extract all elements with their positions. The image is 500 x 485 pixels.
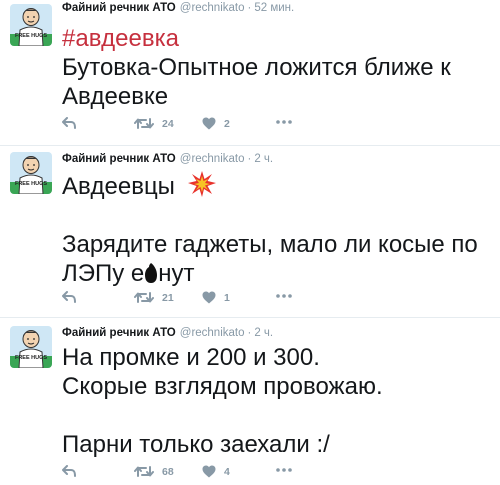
- tweet-timestamp[interactable]: 52 мин.: [254, 2, 294, 14]
- tweet-text-line: Парни только заехали :/: [62, 431, 330, 458]
- tweet-header: Файний речник АТО @rechnikato · 2 ч.: [62, 153, 273, 165]
- heart-icon: [202, 465, 216, 478]
- more-button[interactable]: [276, 468, 292, 472]
- retweet-icon: [134, 117, 154, 130]
- tweet-text: На промке и 200 и 300. Скорые взглядом п…: [62, 343, 492, 459]
- retweet-icon: [134, 465, 154, 478]
- like-count: 4: [224, 465, 230, 478]
- reply-icon: [62, 291, 76, 303]
- author-name[interactable]: Файний речник АТО: [62, 327, 176, 339]
- avatar[interactable]: FREE HUGS: [10, 4, 52, 46]
- tweet-text-line: [62, 201, 492, 230]
- retweet-button[interactable]: 24: [134, 117, 174, 130]
- author-handle[interactable]: @rechnikato: [180, 2, 245, 14]
- retweet-count: 24: [162, 117, 174, 130]
- avatar-shirt-text: FREE HUGS: [15, 33, 47, 39]
- more-dots-icon: [276, 468, 292, 472]
- tweet-actions: 24 2: [62, 117, 322, 133]
- reply-icon: [62, 117, 76, 129]
- tweet-text-line: ЛЭПу е нут: [62, 259, 492, 288]
- like-button[interactable]: 4: [202, 465, 230, 478]
- tweet-text-segment: Авдеевцы: [62, 173, 175, 200]
- separator: ·: [247, 327, 252, 339]
- tweet-text-segment: ЛЭПу е: [62, 260, 145, 287]
- tweet: FREE HUGS Файний речник АТО @rechnikato · 2…: [0, 318, 500, 485]
- heart-icon: [202, 117, 216, 130]
- tweet-text-line: Авдеевцы: [62, 171, 492, 201]
- tweet-header: Файний речник АТО @rechnikato · 2 ч.: [62, 327, 273, 339]
- like-button[interactable]: 1: [202, 291, 230, 304]
- avatar-shirt-text: FREE HUGS: [15, 355, 47, 361]
- tweet-text-line: Авдеевке: [62, 83, 169, 110]
- tweet-text-line: [62, 401, 492, 430]
- like-count: 1: [224, 291, 230, 304]
- retweet-count: 68: [162, 465, 174, 478]
- retweet-button[interactable]: 68: [134, 465, 174, 478]
- tweet-actions: 21 1: [62, 291, 322, 307]
- more-dots-icon: [276, 120, 292, 124]
- hashtag-link[interactable]: #авдеевка: [62, 24, 492, 53]
- avatar[interactable]: FREE HUGS: [10, 326, 52, 368]
- retweet-icon: [134, 291, 154, 304]
- retweet-button[interactable]: 21: [134, 291, 174, 304]
- reply-button[interactable]: [62, 465, 76, 477]
- author-name[interactable]: Файний речник АТО: [62, 153, 176, 165]
- tweet-timestamp[interactable]: 2 ч.: [254, 153, 273, 165]
- avatar-image: FREE HUGS: [10, 326, 52, 368]
- more-button[interactable]: [276, 120, 292, 124]
- tweet-actions: 68 4: [62, 465, 322, 481]
- collision-emoji-icon: [187, 171, 216, 197]
- more-dots-icon: [276, 294, 292, 298]
- tweet-text-line: Скорые взглядом провожаю.: [62, 373, 383, 400]
- avatar-shirt-text: FREE HUGS: [15, 181, 47, 187]
- tweet-text: #авдеевка Бутовка-Опытное ложится ближе …: [62, 24, 492, 111]
- tweet-timestamp[interactable]: 2 ч.: [254, 327, 273, 339]
- tweet: FREE HUGS Файний речник АТО @rechnikato · 2…: [0, 146, 500, 318]
- author-handle[interactable]: @rechnikato: [180, 327, 245, 339]
- censor-blot-icon: [145, 263, 158, 283]
- tweet-text-line: Зарядите гаджеты, мало ли косые по: [62, 231, 478, 258]
- tweet-text-segment: нут: [158, 260, 195, 287]
- separator: ·: [247, 2, 252, 14]
- separator: ·: [247, 153, 252, 165]
- more-button[interactable]: [276, 294, 292, 298]
- reply-button[interactable]: [62, 117, 76, 129]
- like-count: 2: [224, 117, 230, 130]
- avatar-image: FREE HUGS: [10, 4, 52, 46]
- avatar[interactable]: FREE HUGS: [10, 152, 52, 194]
- heart-icon: [202, 291, 216, 304]
- tweet: FREE HUGS Файний речник АТО @rechnikato · 5…: [0, 0, 500, 146]
- tweet-text-line: Бутовка-Опытное ложится ближе к: [62, 54, 451, 81]
- tweet-header: Файний речник АТО @rechnikato · 52 мин.: [62, 2, 294, 14]
- tweet-text: Авдеевцы Зарядите гаджеты, мало ли косые…: [62, 171, 492, 288]
- retweet-count: 21: [162, 291, 174, 304]
- author-name[interactable]: Файний речник АТО: [62, 2, 176, 14]
- avatar-image: FREE HUGS: [10, 152, 52, 194]
- reply-button[interactable]: [62, 291, 76, 303]
- tweet-text-line: На промке и 200 и 300.: [62, 344, 320, 371]
- like-button[interactable]: 2: [202, 117, 230, 130]
- reply-icon: [62, 465, 76, 477]
- author-handle[interactable]: @rechnikato: [180, 153, 245, 165]
